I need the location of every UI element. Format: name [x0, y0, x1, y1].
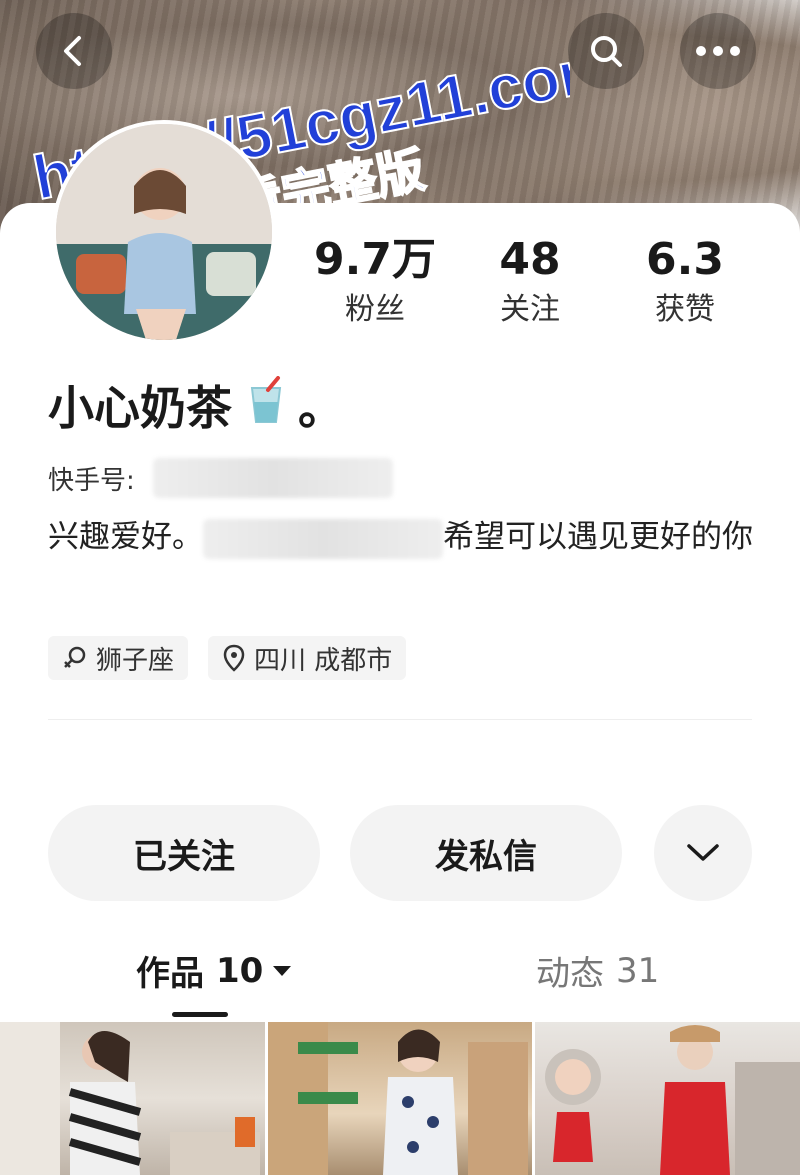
following-label: 关注 [500, 292, 560, 327]
kuaishou-id-row: 快手号: [48, 458, 393, 498]
profile-bio: 兴趣爱好。 希望可以遇见更好的你 [48, 512, 758, 562]
female-icon [64, 646, 86, 668]
avatar[interactable] [52, 120, 276, 344]
bio-redacted [203, 518, 443, 559]
section-divider [48, 719, 752, 720]
active-tab-indicator [172, 1012, 228, 1017]
stat-fans[interactable]: 9.7万 粉丝 [300, 232, 450, 332]
stat-likes[interactable]: 6.3 获赞 [610, 232, 760, 332]
kuaishou-id-label: 快手号: [48, 465, 135, 496]
stat-following[interactable]: 48 关注 [455, 232, 605, 332]
zodiac-tag-label: 狮子座 [96, 645, 175, 676]
work-thumbnail[interactable] [0, 1022, 265, 1175]
tab-moments[interactable]: 动态 31 [536, 946, 659, 995]
more-horizontal-icon [696, 46, 740, 56]
works-grid [0, 1022, 800, 1175]
profile-tags: 狮子座 四川 成都市 [48, 636, 407, 680]
avatar-photo [56, 124, 272, 340]
send-message-button[interactable]: 发私信 [350, 805, 622, 901]
profile-name-suffix: 。 [298, 381, 344, 435]
location-pin-icon [223, 644, 245, 672]
more-options-button[interactable] [680, 13, 756, 89]
fans-label: 粉丝 [345, 292, 405, 327]
work-thumbnail[interactable] [267, 1022, 533, 1175]
likes-label: 获赞 [655, 292, 715, 327]
location-tag-label: 四川 成都市 [254, 645, 393, 676]
likes-count: 6.3 [646, 234, 724, 285]
search-button[interactable] [568, 13, 644, 89]
caret-down-icon [273, 965, 292, 976]
tab-moments-label: 动态 [536, 954, 604, 994]
profile-name: 小心奶茶 。 [48, 372, 344, 438]
tab-works[interactable]: 作品 10 [136, 946, 293, 995]
kuaishou-id-redacted [152, 458, 393, 498]
tab-moments-count: 31 [616, 950, 660, 991]
milk-tea-cup-icon [246, 375, 286, 435]
zodiac-tag[interactable]: 狮子座 [48, 636, 189, 680]
work-thumbnail-image [0, 1022, 260, 1175]
fans-count: 9.7万 [314, 234, 436, 285]
tab-works-label: 作品 [136, 954, 204, 994]
back-button[interactable] [36, 13, 112, 89]
tab-works-count: 10 [216, 950, 264, 991]
followed-button[interactable]: 已关注 [48, 805, 320, 901]
following-count: 48 [499, 234, 561, 285]
work-thumbnail[interactable] [535, 1022, 800, 1175]
search-icon [591, 36, 622, 67]
chevron-left-icon [64, 36, 81, 66]
chevron-down-icon [687, 844, 719, 861]
bio-suffix: 希望可以遇见更好的你 [443, 519, 753, 555]
bio-prefix: 兴趣爱好。 [48, 519, 203, 555]
work-thumbnail-image [545, 1025, 800, 1175]
profile-name-text: 小心奶茶 [48, 381, 232, 435]
location-tag[interactable]: 四川 成都市 [208, 636, 407, 680]
work-thumbnail-image [267, 1022, 528, 1175]
more-actions-button[interactable] [654, 805, 752, 901]
